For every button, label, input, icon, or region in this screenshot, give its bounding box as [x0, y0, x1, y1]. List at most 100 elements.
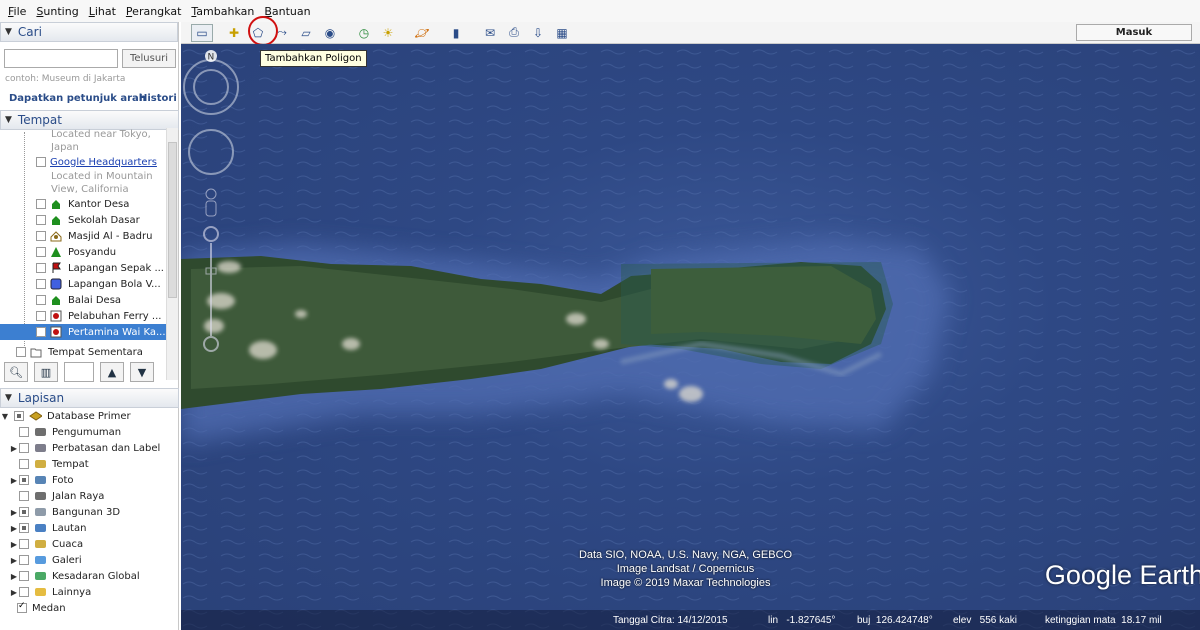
- layer-item[interactable]: Tempat: [0, 456, 179, 472]
- layer-checkbox[interactable]: [19, 571, 29, 581]
- place-checkbox[interactable]: [36, 247, 46, 257]
- places-scrollbar[interactable]: [166, 128, 178, 380]
- place-checkbox[interactable]: [36, 263, 46, 273]
- expand-arrow-icon[interactable]: ▶: [9, 476, 19, 485]
- save-image-button[interactable]: ⇩: [527, 24, 549, 42]
- place-item[interactable]: Balai Desa: [0, 292, 166, 308]
- expand-arrow-icon[interactable]: ▶: [9, 556, 19, 565]
- expand-arrow-icon[interactable]: ▼: [0, 412, 10, 421]
- print-button[interactable]: ⎙: [503, 24, 525, 42]
- layer-item[interactable]: ▶ Kesadaran Global: [0, 568, 179, 584]
- layer-item[interactable]: ▶ Galeri: [0, 552, 179, 568]
- history-link[interactable]: Histori: [139, 93, 177, 104]
- place-checkbox[interactable]: [36, 157, 46, 167]
- place-item[interactable]: Masjid Al - Badru: [0, 228, 166, 244]
- add-placemark-button[interactable]: ✚: [223, 24, 245, 42]
- move-down-button[interactable]: ▼: [130, 362, 154, 382]
- signin-button[interactable]: Masuk: [1076, 24, 1192, 41]
- move-up-button[interactable]: ▲: [100, 362, 124, 382]
- place-item[interactable]: Lapangan Sepak ...: [0, 260, 166, 276]
- sidebar-toggle-button[interactable]: ▭: [191, 23, 213, 42]
- menu-edit[interactable]: Sunting: [36, 5, 78, 18]
- collapse-triangle-icon[interactable]: ▼: [5, 393, 12, 403]
- layer-item[interactable]: Pengumuman: [0, 424, 179, 440]
- place-checkbox[interactable]: [36, 215, 46, 225]
- layer-checkbox[interactable]: [19, 443, 29, 453]
- add-path-button[interactable]: ⤳: [271, 24, 293, 42]
- collapse-triangle-icon[interactable]: ▼: [5, 115, 12, 125]
- place-item[interactable]: Pelabuhan Ferry ...: [0, 308, 166, 324]
- place-item[interactable]: Kantor Desa: [0, 196, 166, 212]
- expand-arrow-icon[interactable]: ▶: [9, 524, 19, 533]
- layer-root[interactable]: ▼ Database Primer: [0, 408, 179, 424]
- expand-arrow-icon[interactable]: ▶: [9, 444, 19, 453]
- place-link[interactable]: Google Headquarters: [50, 157, 157, 168]
- layers-panel-header[interactable]: ▼ Lapisan: [0, 388, 179, 408]
- layer-item[interactable]: ▶ Perbatasan dan Label: [0, 440, 179, 456]
- map-view[interactable]: N Data SIO, NOAA, U.S. Navy, NGA, GEBCO …: [181, 44, 1200, 630]
- add-polygon-button[interactable]: ⬠: [247, 24, 269, 42]
- menu-add[interactable]: Tambahkan: [191, 5, 254, 18]
- street-view-pegman-icon[interactable]: [205, 188, 217, 217]
- layer-item[interactable]: ▶ Lainnya: [0, 584, 179, 600]
- layer-item[interactable]: Jalan Raya: [0, 488, 179, 504]
- layer-checkbox[interactable]: [19, 459, 29, 469]
- place-item[interactable]: Pertamina Wai Ka...: [0, 324, 166, 340]
- layer-item[interactable]: ▶ Foto: [0, 472, 179, 488]
- menu-tools[interactable]: Perangkat: [126, 5, 181, 18]
- layer-item[interactable]: ▶ Cuaca: [0, 536, 179, 552]
- historical-imagery-button[interactable]: ◷: [353, 24, 375, 42]
- search-panel-header[interactable]: ▼ Cari: [0, 22, 178, 42]
- search-input[interactable]: [4, 49, 118, 68]
- place-item-google-hq[interactable]: Google Headquarters: [0, 154, 166, 170]
- layer-checkbox[interactable]: [17, 601, 27, 613]
- directions-link[interactable]: Dapatkan petunjuk arah: [9, 93, 146, 104]
- menu-file[interactable]: File: [8, 5, 26, 18]
- layer-checkbox[interactable]: [19, 427, 29, 437]
- place-checkbox[interactable]: [36, 231, 46, 241]
- collapse-triangle-icon[interactable]: ▼: [5, 27, 12, 37]
- layer-checkbox[interactable]: [19, 539, 29, 549]
- layer-checkbox[interactable]: [14, 411, 24, 421]
- record-tour-button[interactable]: ◉: [319, 24, 341, 42]
- layer-item[interactable]: Medan: [0, 600, 179, 616]
- places-panel-header[interactable]: ▼ Tempat: [0, 110, 179, 130]
- expand-arrow-icon[interactable]: ▶: [9, 588, 19, 597]
- look-joystick[interactable]: [188, 129, 234, 175]
- expand-arrow-icon[interactable]: ▶: [9, 508, 19, 517]
- place-checkbox[interactable]: [36, 327, 46, 337]
- places-filter-field[interactable]: [64, 362, 94, 382]
- scrollbar-thumb[interactable]: [168, 142, 177, 298]
- add-image-overlay-button[interactable]: ▱: [295, 24, 317, 42]
- place-checkbox[interactable]: [36, 279, 46, 289]
- ruler-button[interactable]: ▮: [445, 24, 467, 42]
- layer-checkbox[interactable]: [19, 523, 29, 533]
- layer-checkbox[interactable]: [19, 475, 29, 485]
- panel-toggle-button[interactable]: ▥: [34, 362, 58, 382]
- search-button[interactable]: Telusuri: [122, 49, 176, 68]
- place-item[interactable]: Sekolah Dasar: [0, 212, 166, 228]
- place-item-temporary[interactable]: Tempat Sementara: [0, 344, 166, 360]
- expand-arrow-icon[interactable]: ▶: [9, 572, 19, 581]
- place-item[interactable]: Lapangan Bola V...: [0, 276, 166, 292]
- navigation-controls[interactable]: N: [181, 44, 239, 364]
- search-places-button[interactable]: 🔍︎: [4, 362, 28, 382]
- compass-ring[interactable]: N: [183, 50, 239, 115]
- layer-checkbox[interactable]: [19, 491, 29, 501]
- sunlight-button[interactable]: ☀: [377, 24, 399, 42]
- place-checkbox[interactable]: [16, 347, 26, 357]
- expand-arrow-icon[interactable]: ▶: [9, 540, 19, 549]
- email-button[interactable]: ✉: [479, 24, 501, 42]
- layer-checkbox[interactable]: [19, 555, 29, 565]
- zoom-slider[interactable]: [203, 226, 219, 352]
- menu-help[interactable]: Bantuan: [264, 5, 310, 18]
- planets-button[interactable]: 🪐︎: [411, 24, 433, 42]
- place-checkbox[interactable]: [36, 295, 46, 305]
- menu-view[interactable]: Lihat: [89, 5, 116, 18]
- layer-item[interactable]: ▶ Bangunan 3D: [0, 504, 179, 520]
- layer-item[interactable]: ▶ Lautan: [0, 520, 179, 536]
- layer-checkbox[interactable]: [19, 507, 29, 517]
- place-item[interactable]: Posyandu: [0, 244, 166, 260]
- layer-checkbox[interactable]: [19, 587, 29, 597]
- place-checkbox[interactable]: [36, 311, 46, 321]
